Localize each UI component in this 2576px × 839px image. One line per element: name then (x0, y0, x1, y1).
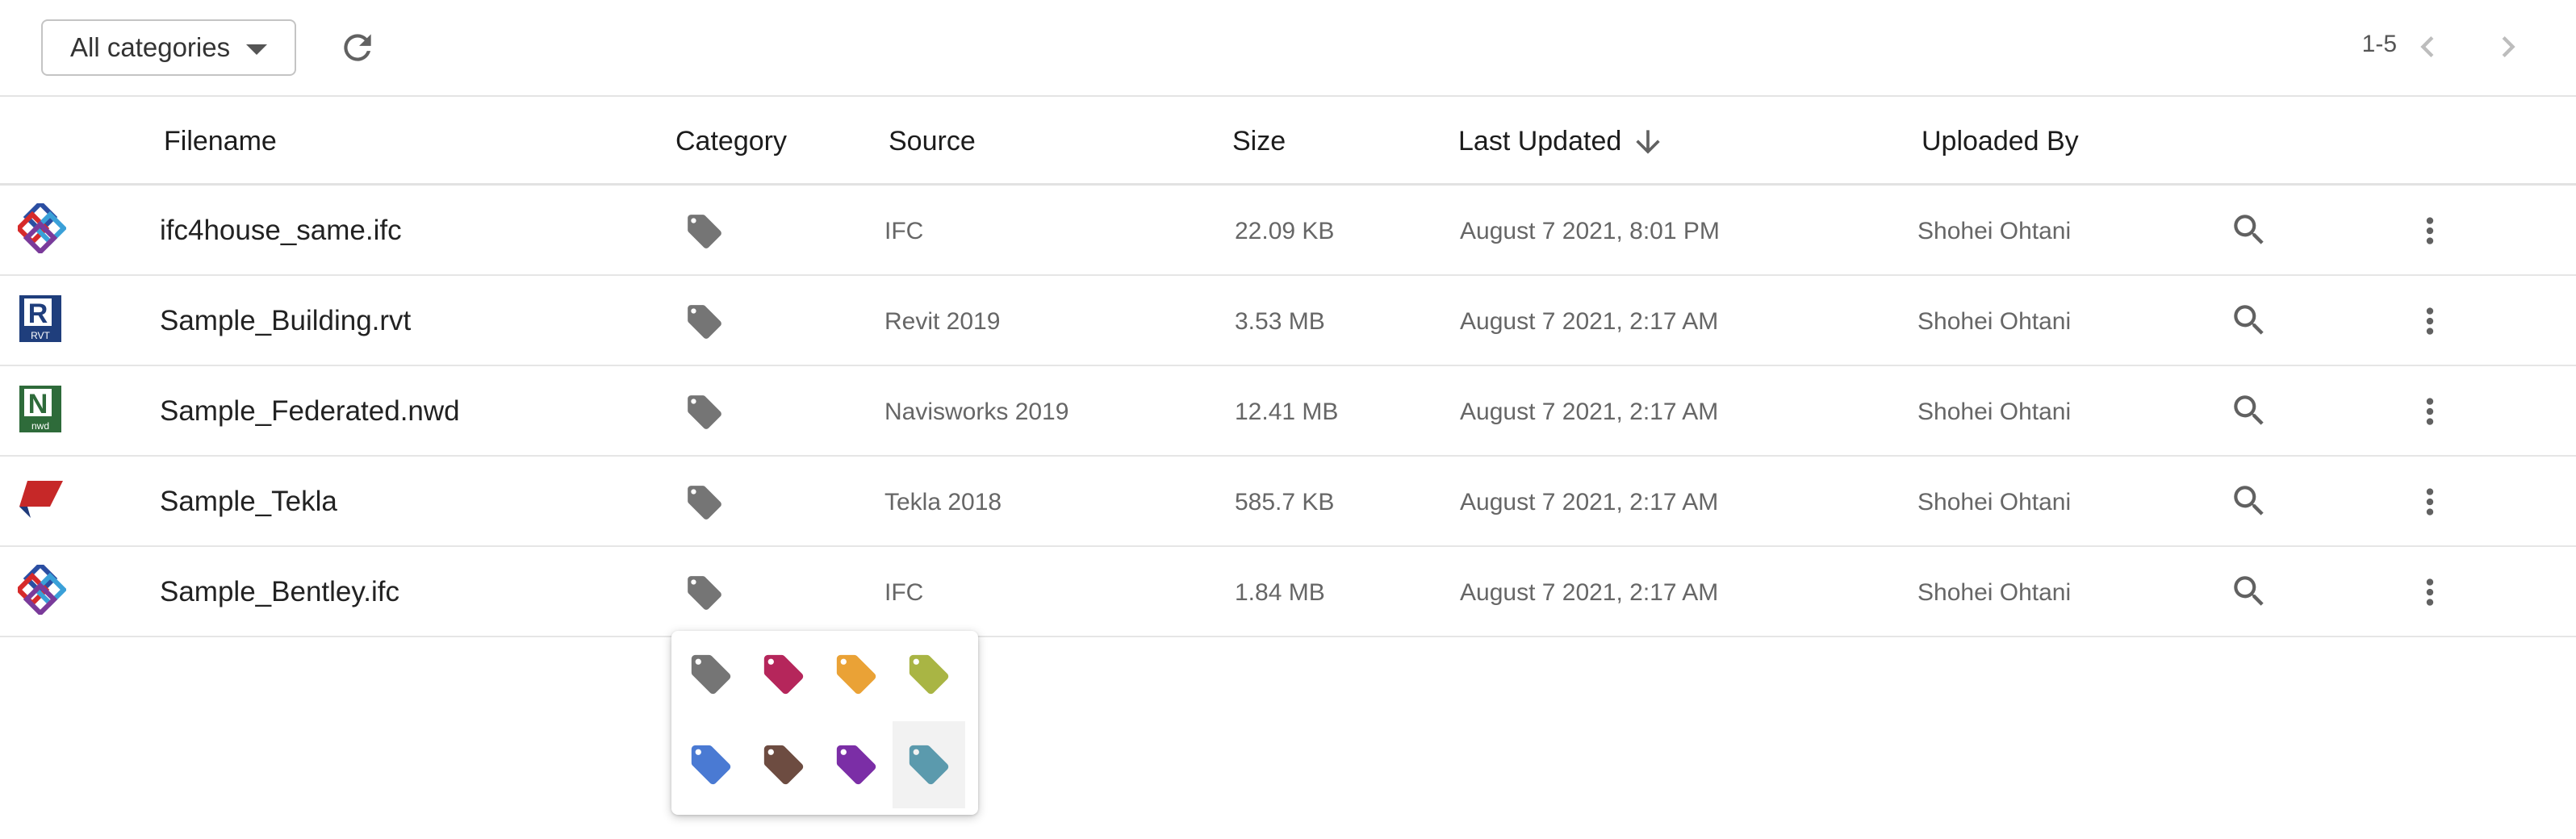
uploaded-by-cell: Shohei Ohtani (1917, 218, 2072, 244)
svg-text:R: R (28, 298, 48, 329)
more-options-icon[interactable] (2410, 479, 2450, 524)
table-row[interactable]: ifc4house_same.ifc IFC 22.09 KB August 7 20… (0, 186, 2576, 276)
size-cell: 585.7 KB (1235, 489, 1335, 516)
table-row[interactable]: Nnwd Sample_Federated.nwd Navisworks 2019 1… (0, 366, 2576, 457)
filename-cell[interactable]: ifc4house_same.ifc (160, 215, 402, 247)
file-type-ifc-icon (15, 561, 68, 617)
table-row[interactable]: R RVT Sample_Building.rvt Revit 2019 3.53 MB… (0, 276, 2576, 366)
toolbar: All categories 1-5 (0, 0, 2576, 97)
pagination-range: 1-5 (2361, 31, 2397, 57)
more-options-icon[interactable] (2410, 570, 2450, 615)
column-header-uploaded-by[interactable]: Uploaded By (1922, 126, 2079, 157)
table-row[interactable]: Sample_Bentley.ifc IFC 1.84 MB August 7 202… (0, 547, 2576, 637)
category-color-swatch-icon[interactable] (675, 721, 747, 808)
last-updated-cell: August 7 2021, 8:01 PM (1460, 218, 1720, 244)
sort-descending-arrow-icon[interactable] (1630, 124, 1666, 160)
category-filter-value: All categories (70, 32, 231, 62)
category-color-swatch-icon[interactable] (893, 631, 965, 718)
file-type-nwd-icon: Nnwd (18, 384, 66, 434)
svg-text:N: N (28, 389, 48, 420)
file-type-tekla-icon (18, 474, 66, 524)
svg-text:nwd: nwd (31, 420, 49, 432)
last-updated-cell: August 7 2021, 2:17 AM (1460, 579, 1719, 606)
category-tag-icon[interactable] (684, 302, 725, 342)
search-icon[interactable] (2229, 300, 2269, 340)
category-tag-icon[interactable] (684, 573, 725, 613)
size-cell: 1.84 MB (1235, 579, 1325, 606)
column-header-filename[interactable]: Filename (164, 126, 277, 157)
more-options-icon[interactable] (2410, 389, 2450, 434)
category-color-swatch-icon[interactable] (893, 721, 965, 808)
source-cell: IFC (884, 579, 924, 606)
column-header-category[interactable]: Category (675, 126, 787, 157)
category-color-swatch-icon[interactable] (747, 631, 820, 718)
filename-cell[interactable]: Sample_Bentley.ifc (160, 576, 399, 608)
category-tag-icon[interactable] (684, 211, 725, 252)
uploaded-by-cell: Shohei Ohtani (1917, 489, 2072, 516)
source-cell: Navisworks 2019 (884, 399, 1069, 425)
category-color-swatch-icon[interactable] (747, 721, 820, 808)
uploaded-by-cell: Shohei Ohtani (1917, 399, 2072, 425)
source-cell: IFC (884, 218, 924, 244)
uploaded-by-cell: Shohei Ohtani (1917, 579, 2072, 606)
filename-cell[interactable]: Sample_Tekla (160, 486, 337, 518)
category-color-swatch-icon[interactable] (820, 721, 893, 808)
category-filter-select[interactable]: All categories (41, 19, 296, 76)
search-icon[interactable] (2229, 481, 2269, 521)
table-header: Filename Category Source Size Last Updat… (0, 97, 2576, 186)
refresh-icon[interactable] (337, 27, 378, 68)
search-icon[interactable] (2229, 390, 2269, 431)
size-cell: 3.53 MB (1235, 308, 1325, 335)
column-header-last-updated[interactable]: Last Updated (1458, 126, 1621, 157)
category-tag-icon[interactable] (684, 392, 725, 432)
chevron-right-icon[interactable] (2487, 26, 2529, 68)
more-options-icon[interactable] (2410, 208, 2450, 253)
filename-cell[interactable]: Sample_Building.rvt (160, 305, 411, 337)
source-cell: Tekla 2018 (884, 489, 1002, 516)
dropdown-arrow-icon (246, 44, 267, 55)
size-cell: 22.09 KB (1235, 218, 1335, 244)
column-header-size[interactable]: Size (1232, 126, 1286, 157)
search-icon[interactable] (2229, 571, 2269, 612)
file-type-ifc-icon (15, 199, 68, 256)
uploaded-by-cell: Shohei Ohtani (1917, 308, 2072, 335)
svg-text:RVT: RVT (31, 330, 50, 341)
category-color-swatch-icon[interactable] (675, 631, 747, 718)
filename-cell[interactable]: Sample_Federated.nwd (160, 395, 460, 428)
category-color-swatch-icon[interactable] (820, 631, 893, 718)
source-cell: Revit 2019 (884, 308, 1001, 335)
last-updated-cell: August 7 2021, 2:17 AM (1460, 489, 1719, 516)
last-updated-cell: August 7 2021, 2:17 AM (1460, 399, 1719, 425)
size-cell: 12.41 MB (1235, 399, 1339, 425)
last-updated-cell: August 7 2021, 2:17 AM (1460, 308, 1719, 335)
category-color-picker (671, 631, 978, 815)
table-row[interactable]: Sample_Tekla Tekla 2018 585.7 KB August 7 2… (0, 457, 2576, 547)
more-options-icon[interactable] (2410, 298, 2450, 344)
column-header-source[interactable]: Source (889, 126, 976, 157)
chevron-left-icon[interactable] (2407, 26, 2448, 68)
search-icon[interactable] (2229, 210, 2269, 250)
category-tag-icon[interactable] (684, 482, 725, 523)
file-type-rvt-icon: R RVT (18, 294, 66, 344)
